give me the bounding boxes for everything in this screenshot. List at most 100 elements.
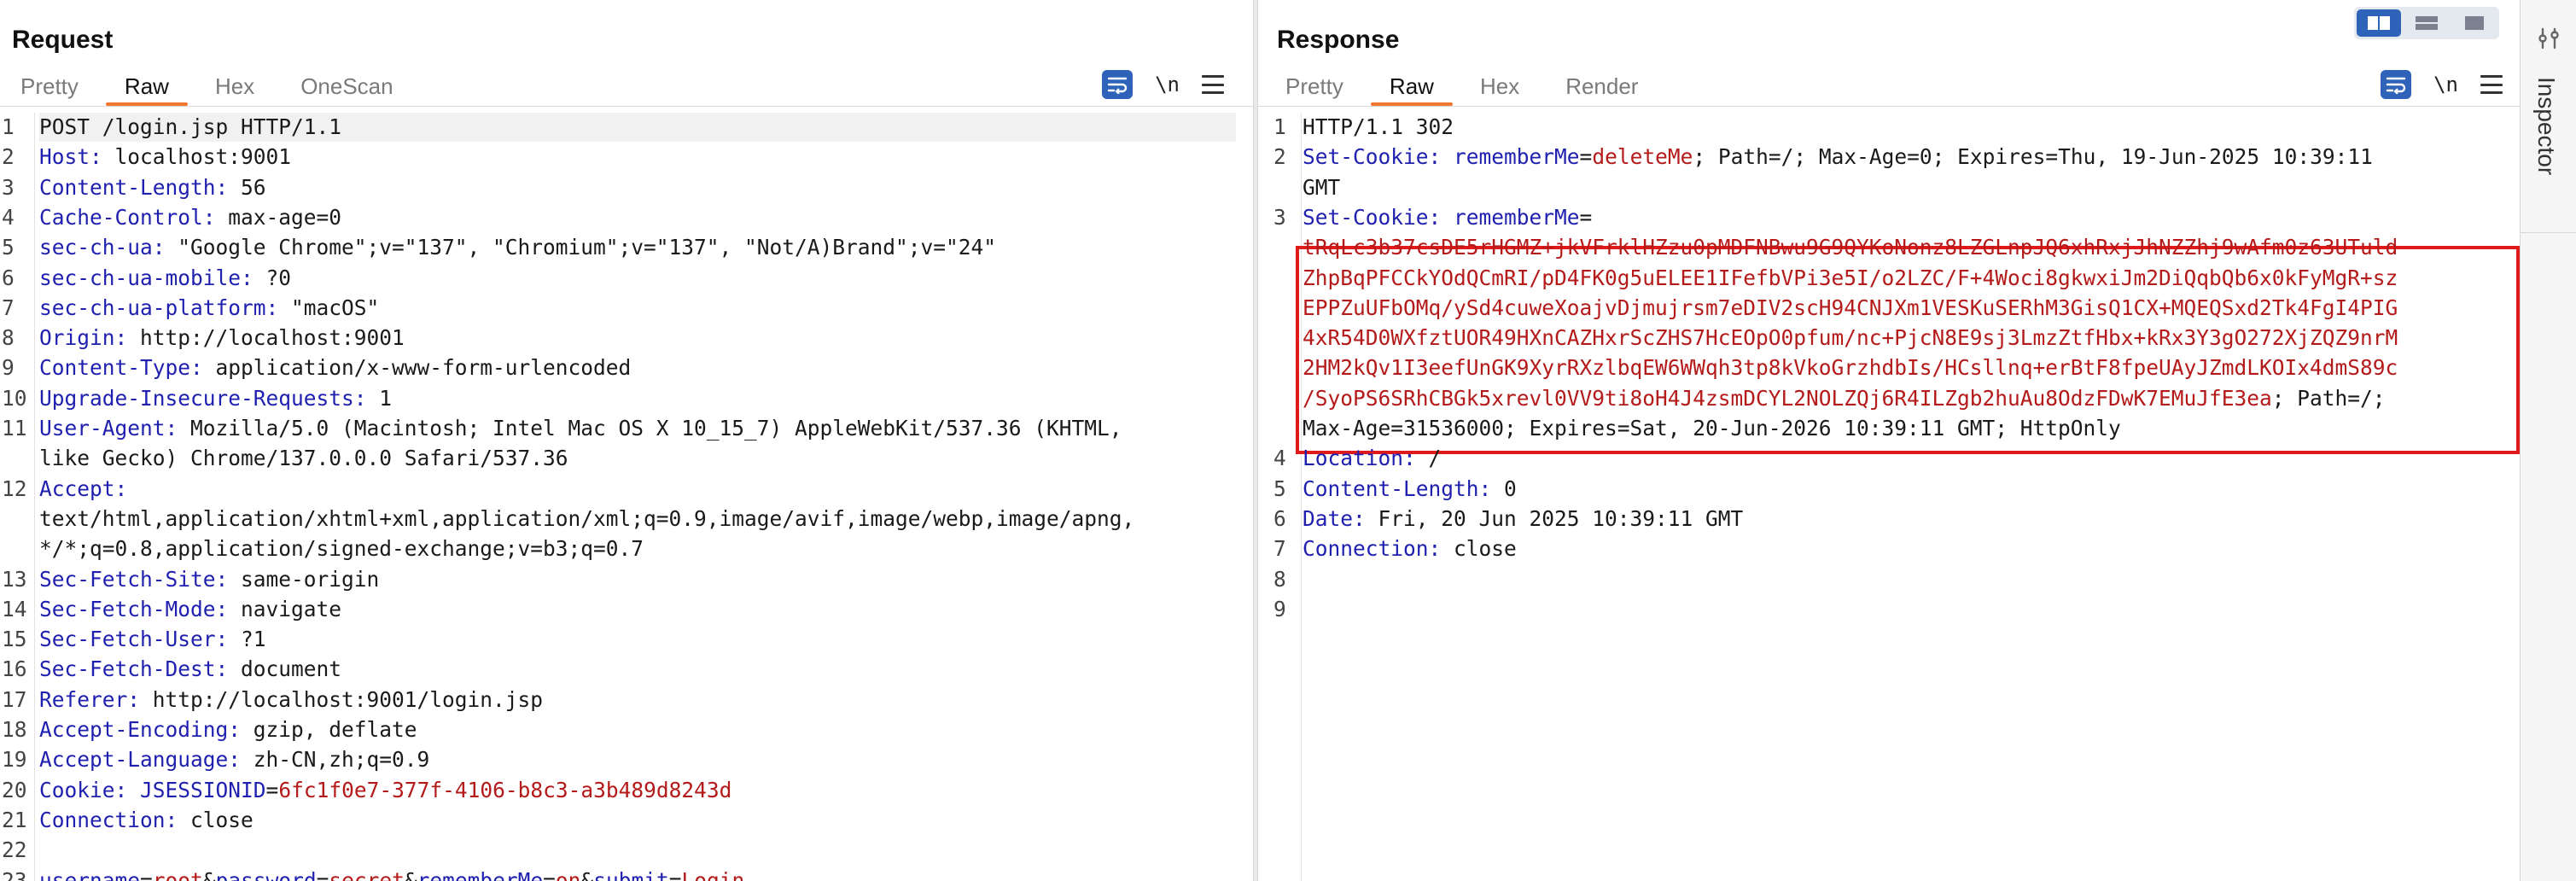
tab-raw[interactable]: Raw	[105, 67, 188, 106]
code-line: 8	[1258, 565, 2520, 594]
code-line: 17 Referer: http://localhost:9001/login.j…	[0, 686, 1253, 715]
line-number: 19	[2, 747, 27, 773]
header-name: Host:	[39, 144, 102, 170]
line-content: Host: localhost:9001	[39, 143, 291, 172]
show-newlines-button[interactable]: \n	[2433, 73, 2458, 96]
tab-pretty[interactable]: Pretty	[20, 67, 79, 106]
header-name: Content-Length:	[39, 174, 229, 200]
line-number: 15	[2, 627, 27, 652]
tab-render[interactable]: Render	[1565, 67, 1638, 106]
request-title: Request	[12, 26, 114, 54]
tab-pretty[interactable]: Pretty	[1285, 67, 1343, 106]
code-line: 15 Sec-Fetch-User: ?1	[0, 625, 1253, 654]
text-segment: =	[265, 777, 279, 802]
param-value: on	[555, 867, 581, 881]
code-line: 12 Accept:	[0, 475, 1253, 504]
line-number: 7	[2, 295, 15, 320]
line-content: text/html,application/xhtml+xml,applicat…	[39, 505, 1134, 534]
header-name: Accept:	[39, 476, 128, 501]
inspector-panel[interactable]: Inspector	[2520, 0, 2576, 881]
text-segment: ; Path=/;	[2271, 385, 2386, 411]
rows-icon	[2416, 16, 2438, 30]
header-name: username	[39, 867, 141, 881]
code-line: EPPZuUFbOMq/ySd4cuweXoajvDjmujrsm7eDIV2s…	[1258, 294, 2520, 323]
header-name: Sec-Fetch-User:	[39, 627, 229, 652]
line-number: 4	[2, 204, 15, 230]
line-content: ZhpBqPFCCkYOdQCmRI/pD4FK0g5uELEE1IFefbVP…	[1303, 264, 2398, 293]
text-segment: close	[1441, 536, 1517, 562]
code-line: 4 Location: /	[1258, 444, 2520, 473]
line-content: like Gecko) Chrome/137.0.0.0 Safari/537.…	[39, 444, 568, 473]
line-content: Location: /	[1303, 444, 1441, 473]
tab-onescan[interactable]: OneScan	[300, 67, 393, 106]
code-line: 4xR54D0WXfztUOR49HXnCAZHxrScZHS7HcEOpO0p…	[1258, 324, 2520, 353]
code-line: 9	[1258, 595, 2520, 624]
param-value: secret	[329, 867, 405, 881]
header-name: Upgrade-Insecure-Requests:	[39, 385, 367, 411]
text-segment: "macOS"	[278, 295, 380, 320]
code-line: 1 HTTP/1.1 302	[1258, 113, 2520, 142]
line-content: Content-Length: 0	[1303, 475, 1517, 504]
line-content: Content-Length: 56	[39, 173, 266, 202]
line-content: Accept-Encoding: gzip, deflate	[39, 715, 417, 744]
line-content: EPPZuUFbOMq/ySd4cuweXoajvDjmujrsm7eDIV2s…	[1303, 294, 2398, 323]
header-name: sec-ch-ua-mobile:	[39, 265, 254, 290]
request-editor[interactable]: 1 POST /login.jsp HTTP/1.1 2 Host: localhos…	[0, 113, 1253, 881]
text-segment: POST /login.jsp HTTP/1.1	[39, 114, 342, 139]
show-newlines-button[interactable]: \n	[1155, 73, 1180, 96]
line-number: 20	[2, 777, 27, 802]
inspector-label[interactable]: Inspector	[2532, 77, 2560, 175]
code-line: /SyoPS6SRhCBGk5xrevl0VV9ti8oH4J4zsmDCYL2…	[1258, 384, 2520, 413]
line-number: 11	[2, 416, 27, 440]
line-number: 12	[2, 476, 27, 501]
code-line: tRqLc3b37csDE5rHGMZ+jkVFrklHZzu0pMDFNBwu…	[1258, 233, 2520, 262]
text-segment: &	[202, 867, 216, 881]
word-wrap-button[interactable]	[2381, 70, 2412, 99]
header-name: User-Agent:	[39, 416, 178, 440]
header-name: Cookie:	[39, 777, 128, 802]
menu-icon[interactable]	[2480, 75, 2503, 94]
text-segment: =	[1579, 144, 1593, 170]
word-wrap-icon	[2386, 77, 2406, 94]
header-name: Content-Length:	[1303, 476, 1492, 501]
line-content: User-Agent: Mozilla/5.0 (Macintosh; Inte…	[39, 414, 1122, 443]
tab-hex[interactable]: Hex	[215, 67, 254, 106]
text-segment: document	[228, 656, 342, 682]
inspector-settings-icon	[2538, 27, 2559, 50]
word-wrap-button[interactable]	[1102, 70, 1134, 99]
single-pane-icon	[2465, 16, 2484, 30]
text-segment: like Gecko) Chrome/137.0.0.0 Safari/537.…	[39, 446, 568, 471]
line-number: 23	[2, 867, 27, 881]
param-value: root	[152, 867, 203, 881]
text-segment: text/html,application/xhtml+xml,applicat…	[39, 505, 1135, 531]
response-tabs: Pretty Raw Hex Render	[1265, 67, 1664, 106]
text-segment: Max-Age=31536000; Expires=Sat, 20-Jun-20…	[1303, 416, 2121, 440]
menu-icon[interactable]	[1202, 75, 1224, 94]
text-segment: 1	[366, 385, 393, 411]
response-title: Response	[1277, 26, 1400, 54]
header-name: Content-Type:	[39, 355, 203, 381]
layout-side-by-side-button[interactable]	[2357, 9, 2401, 37]
response-pane: Response Pretty Raw Hex Render \n 1 HTTP/1.1…	[1258, 0, 2520, 881]
text-segment: Mozilla/5.0 (Macintosh; Intel Mac OS X 1…	[178, 416, 1122, 440]
line-number: 2	[1273, 144, 1286, 170]
tab-raw[interactable]: Raw	[1370, 67, 1453, 106]
header-name: rememberMe	[417, 867, 544, 881]
code-line: 9 Content-Type: application/x-www-form-ur…	[0, 353, 1253, 382]
line-number: 4	[1273, 446, 1286, 471]
line-number: 9	[2, 355, 15, 381]
response-editor[interactable]: 1 HTTP/1.1 302 2 Set-Cookie: rememberMe=del…	[1258, 113, 2520, 881]
line-content: username=root&password=secret&rememberMe…	[39, 866, 744, 881]
header-name: password	[215, 867, 317, 881]
line-number: 5	[1273, 476, 1286, 501]
header-name: rememberMe	[1454, 144, 1580, 170]
header-name: Set-Cookie:	[1303, 144, 1442, 170]
code-line: 20 Cookie: JSESSIONID=6fc1f0e7-377f-4106-…	[0, 776, 1253, 805]
inspector-separator	[2521, 232, 2576, 233]
line-number: 16	[2, 656, 27, 682]
line-content: 4xR54D0WXfztUOR49HXnCAZHxrScZHS7HcEOpO0p…	[1303, 324, 2398, 353]
param-value: 2HM2kQv1I3eefUnGK9XyrRXzlbqEW6WWqh3tp8kV…	[1303, 355, 2398, 381]
layout-tabbed-button[interactable]	[2452, 9, 2497, 37]
tab-hex[interactable]: Hex	[1480, 67, 1519, 106]
layout-stacked-button[interactable]	[2404, 9, 2449, 37]
